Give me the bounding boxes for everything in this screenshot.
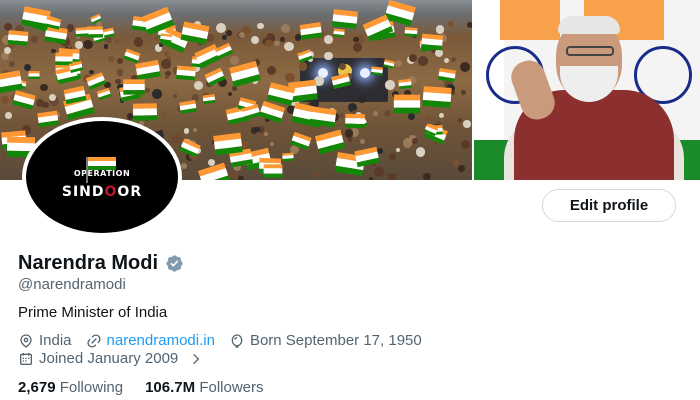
balloon-icon [231, 333, 243, 348]
location-text: India [39, 332, 72, 349]
profile-meta-row: India narendramodi.in Born September 17,… [18, 332, 436, 349]
birthday-item: Born September 17, 1950 [229, 332, 422, 349]
banner-portrait-photo [474, 0, 700, 180]
joined-item[interactable]: Joined January 2009 [18, 350, 203, 367]
joined-text: Joined January 2009 [39, 350, 179, 367]
profile-joined-row[interactable]: Joined January 2009 [18, 350, 217, 367]
chevron-right-icon[interactable] [189, 352, 203, 366]
location-icon [20, 333, 32, 348]
profile-bio: Prime Minister of India [18, 304, 168, 321]
follow-stats: 2,679 Following 106.7M Followers [18, 379, 286, 396]
edit-profile-button[interactable]: Edit profile [542, 189, 676, 222]
following-label: Following [59, 379, 124, 396]
profile-name: Narendra Modi [18, 252, 159, 274]
avatar-text-main: SINDOOR [61, 183, 143, 200]
profile-name-row: Narendra Modi [18, 252, 184, 275]
following-link[interactable]: 2,679 Following [18, 379, 123, 396]
birthday-text: Born September 17, 1950 [249, 332, 422, 349]
link-icon [86, 333, 101, 348]
website-item[interactable]: narendramodi.in [86, 332, 215, 349]
followers-label: Followers [199, 379, 264, 396]
verified-badge-icon[interactable] [165, 254, 184, 273]
followers-count: 106.7M [145, 379, 196, 396]
profile-handle: @narendramodi [18, 276, 126, 293]
following-count: 2,679 [18, 379, 56, 396]
calendar-icon [20, 352, 32, 365]
india-flag-icon [86, 156, 116, 183]
followers-link[interactable]: 106.7M Followers [145, 379, 263, 396]
profile-avatar[interactable]: OPERATION SINDOOR [22, 117, 182, 237]
website-link[interactable]: narendramodi.in [107, 332, 215, 349]
location-item: India [18, 332, 72, 349]
